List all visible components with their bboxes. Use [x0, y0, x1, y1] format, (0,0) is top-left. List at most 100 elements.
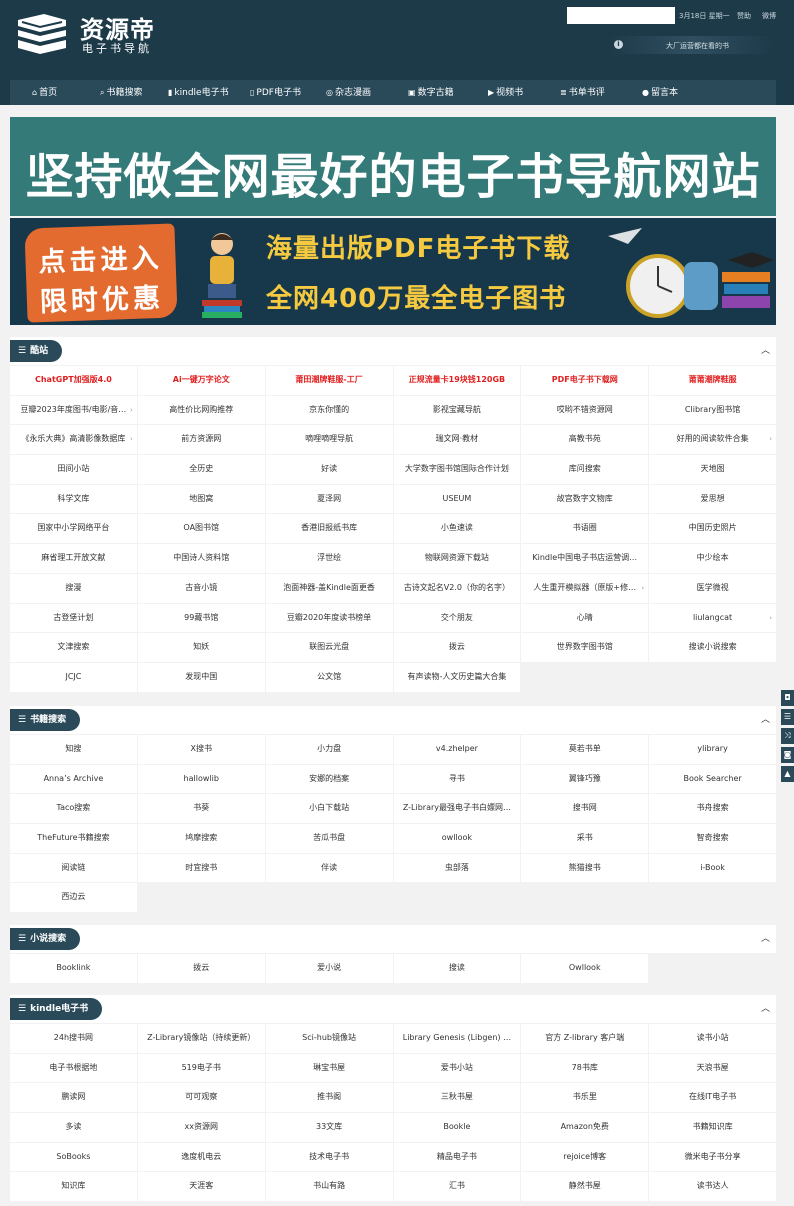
site-link[interactable]: 有声读物-人文历史篇大合集	[393, 662, 521, 692]
site-link[interactable]: 嘀哩嘀哩导航	[265, 425, 393, 455]
site-link[interactable]: 逸度机电云	[137, 1142, 265, 1172]
site-link[interactable]: 故宫数字文物库	[521, 484, 649, 514]
site-link[interactable]: xx资源网	[137, 1113, 265, 1142]
site-link[interactable]: 知妖	[137, 633, 265, 662]
site-link[interactable]: 文津搜索	[10, 633, 137, 662]
site-link[interactable]: 人生重开模拟器（原版+修… ›	[521, 573, 649, 603]
site-link[interactable]: 《永乐大典》高清影像数据库 ›	[10, 425, 137, 455]
collapse-chevron-icon[interactable]: ︿	[761, 1001, 770, 1014]
site-link[interactable]: 古诗文起名V2.0（你的名字）	[393, 573, 521, 603]
site-link[interactable]: 京东你懂的	[265, 395, 393, 425]
nav-item-0[interactable]: ⌂ 首页	[32, 80, 57, 105]
site-link[interactable]: 医学微视	[649, 573, 776, 603]
site-link[interactable]: 搜书网	[521, 794, 649, 824]
site-link[interactable]: 搜读	[393, 954, 521, 983]
site-link[interactable]: 泡面神器-盖Kindle面更香	[265, 573, 393, 603]
site-link[interactable]: 中国历史照片	[649, 514, 776, 544]
site-link[interactable]: 香港旧报纸书库	[265, 514, 393, 544]
nav-item-6[interactable]: ▶ 视频书	[488, 80, 523, 105]
site-link[interactable]: 静然书屋	[521, 1172, 649, 1202]
site-link[interactable]: 伴读	[265, 853, 393, 883]
site-link[interactable]: 24h搜书网	[10, 1024, 137, 1053]
hot-link[interactable]: 正规流量卡19块钱120GB	[393, 366, 521, 395]
site-link[interactable]: 书山有路	[265, 1172, 393, 1202]
nav-item-3[interactable]: ▯ PDF电子书	[250, 80, 301, 105]
site-link[interactable]: 高教书苑	[521, 425, 649, 455]
site-link[interactable]: Amazon免费	[521, 1113, 649, 1142]
site-link[interactable]: 三秋书屋	[393, 1083, 521, 1113]
menu-icon[interactable]: ☰	[781, 709, 794, 725]
promo-banner[interactable]: 点击进入 限时优惠 海量出版PDF电子书下载 全网400万最全电子图书	[10, 218, 776, 325]
site-link[interactable]: 精品电子书	[393, 1142, 521, 1172]
site-link[interactable]: v4.zhelper	[393, 735, 521, 764]
site-link[interactable]: 小力盘	[265, 735, 393, 764]
site-link[interactable]: hallowlib	[137, 764, 265, 794]
site-link[interactable]: 阅读链	[10, 853, 137, 883]
section-title-tab[interactable]: ☰ kindle电子书	[10, 998, 103, 1020]
site-link[interactable]: i-Book	[649, 853, 776, 883]
site-link[interactable]: 78书库	[521, 1053, 649, 1083]
site-link[interactable]: 苦瓜书盘	[265, 824, 393, 853]
site-link[interactable]: 拨云	[137, 954, 265, 983]
site-link[interactable]: 519电子书	[137, 1053, 265, 1083]
site-link[interactable]: 心晴	[521, 603, 649, 633]
site-link[interactable]: 知搜	[10, 735, 137, 764]
site-link[interactable]: 联图云光盘	[265, 633, 393, 662]
site-link[interactable]: 天地图	[649, 455, 776, 484]
site-link[interactable]: 爱思想	[649, 484, 776, 514]
site-link[interactable]: 前方资源网	[137, 425, 265, 455]
site-logo[interactable]: 资源帝 电子书导航	[14, 10, 164, 58]
site-link[interactable]: 拨云	[393, 633, 521, 662]
site-link[interactable]: 微米电子书分享	[649, 1142, 776, 1172]
site-link[interactable]: 在线IT电子书	[649, 1083, 776, 1113]
site-link[interactable]: 多读	[10, 1113, 137, 1142]
site-link[interactable]: rejoice博客	[521, 1142, 649, 1172]
nav-item-4[interactable]: ◎ 杂志漫画	[326, 80, 371, 105]
site-link[interactable]: 小鱼速读	[393, 514, 521, 544]
nav-item-8[interactable]: ● 留言本	[642, 80, 678, 105]
site-link[interactable]: 官方 Z-library 客户端	[521, 1024, 649, 1053]
site-link[interactable]: SoBooks	[10, 1142, 137, 1172]
site-link[interactable]: Clibrary图书馆	[649, 395, 776, 425]
hot-link[interactable]: 莆田潮牌鞋服-工厂	[265, 366, 393, 395]
site-link[interactable]: 天浪书屋	[649, 1053, 776, 1083]
collapse-chevron-icon[interactable]: ︿	[761, 343, 770, 356]
site-link[interactable]: 书语圈	[521, 514, 649, 544]
site-link[interactable]: 古登堡计划	[10, 603, 137, 633]
site-link[interactable]: 安娜的档案	[265, 764, 393, 794]
site-link[interactable]: 书籍知识库	[649, 1113, 776, 1142]
site-link[interactable]: USEUM	[393, 484, 521, 514]
site-link[interactable]: 浮世绘	[265, 544, 393, 573]
slogan-banner[interactable]: 坚持做全网最好的电子书导航网站	[10, 117, 776, 216]
notice-bar[interactable]: i 大厂运营都在看的书	[608, 36, 774, 54]
site-link[interactable]: 书舟搜索	[649, 794, 776, 824]
site-link[interactable]: 时宜搜书	[137, 853, 265, 883]
site-link[interactable]: 读书达人	[649, 1172, 776, 1202]
site-link[interactable]: 33文库	[265, 1113, 393, 1142]
nav-item-7[interactable]: ≣ 书单书评	[560, 80, 605, 105]
site-link[interactable]: 采书	[521, 824, 649, 853]
site-link[interactable]: TheFuture书籍搜索	[10, 824, 137, 853]
site-link[interactable]: 国家中小学网络平台	[10, 514, 137, 544]
site-link[interactable]: JCJC	[10, 662, 137, 692]
site-link[interactable]: 琳宝书屋	[265, 1053, 393, 1083]
hot-link[interactable]: Ai一键万字论文	[137, 366, 265, 395]
site-link[interactable]: 书葵	[137, 794, 265, 824]
site-link[interactable]: Owllook	[521, 954, 649, 983]
nav-item-1[interactable]: ⌕ 书籍搜索	[100, 80, 143, 105]
site-link[interactable]: 鹏读网	[10, 1083, 137, 1113]
site-link[interactable]: 豆瓣2023年度图书/电影/音… ›	[10, 395, 137, 425]
site-link[interactable]: 读书小站	[649, 1024, 776, 1053]
site-link[interactable]: 知识库	[10, 1172, 137, 1202]
site-link[interactable]: Anna’s Archive	[10, 764, 137, 794]
weibo-link[interactable]: 微博	[762, 11, 776, 21]
site-link[interactable]: 鸠摩搜索	[137, 824, 265, 853]
site-link[interactable]: 莫若书单	[521, 735, 649, 764]
site-link[interactable]: 高性价比网购推荐	[137, 395, 265, 425]
wechat-icon[interactable]: ◙	[781, 747, 794, 763]
site-link[interactable]: 交个朋友	[393, 603, 521, 633]
site-link[interactable]: 搜漫	[10, 573, 137, 603]
site-link[interactable]: X搜书	[137, 735, 265, 764]
site-link[interactable]: Z-Library镜像站（持续更新）	[137, 1024, 265, 1053]
site-link[interactable]: Sci-hub镜像站	[265, 1024, 393, 1053]
